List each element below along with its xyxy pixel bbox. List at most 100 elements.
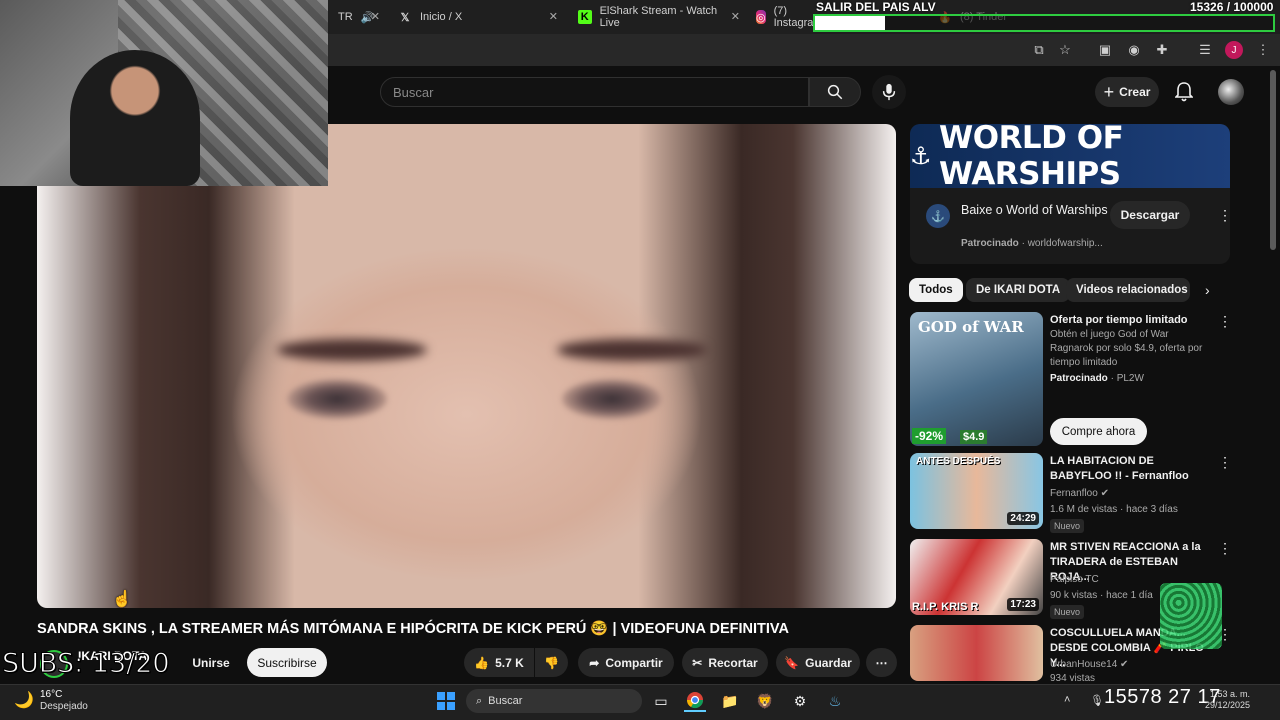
goal-counter: 15326 / 100000: [1190, 0, 1274, 14]
ad-title[interactable]: Baixe o World of Warships: [961, 202, 1111, 219]
ad-menu-icon[interactable]: ⋮: [1218, 207, 1232, 223]
sidebar-video-title[interactable]: LA HABITACION DE BABYFLOO !! - Fernanflo…: [1050, 454, 1215, 484]
chip-from-channel[interactable]: De IKARI DOTA: [966, 278, 1071, 302]
channel-label: UrbanHouse14: [1050, 659, 1118, 670]
sponsor-name: PL2W: [1116, 373, 1144, 384]
video-player[interactable]: [37, 124, 896, 608]
close-tab-icon[interactable]: ✕: [371, 10, 380, 23]
weather-temp[interactable]: 16°C: [40, 689, 62, 700]
create-button[interactable]: + Crear: [1095, 77, 1159, 107]
goal-progress-fill: [815, 16, 885, 30]
ad-meta: Patrocinado · worldofwarship...: [961, 238, 1103, 249]
sidebar-video-channel[interactable]: Palpiso TC: [1050, 574, 1099, 585]
chip-all[interactable]: Todos: [909, 278, 963, 302]
taskbar-search-label: Buscar: [488, 695, 523, 707]
windows-start-icon[interactable]: [435, 690, 457, 712]
sidebar-video-channel[interactable]: Fernanfloo ✔: [1050, 488, 1109, 499]
video-menu-icon[interactable]: ⋮: [1218, 454, 1232, 470]
subs-overlay: SUBS: 13/20: [2, 648, 171, 680]
ad-domain: worldofwarship...: [1027, 238, 1103, 249]
menu-kebab-icon[interactable]: ⋮: [1254, 41, 1272, 59]
dislike-button[interactable]: 👎: [535, 648, 568, 677]
share-icon: ➦: [589, 655, 600, 670]
notifications-button[interactable]: [1172, 80, 1196, 104]
chrome-icon[interactable]: [684, 690, 706, 712]
join-button[interactable]: Unirse: [192, 649, 229, 676]
taskbar-search[interactable]: ⌕ Buscar: [466, 689, 642, 713]
new-badge: Nuevo: [1050, 605, 1085, 619]
video-thumbnail[interactable]: R.I.P. KRIS R 17:23: [910, 539, 1043, 615]
mouse-cursor-icon: ☝: [112, 591, 132, 608]
sidebar-video-sponsor: Patrocinado · PL2W: [1050, 373, 1144, 384]
microphone-icon: [882, 83, 896, 101]
sponsored-label: Patrocinado: [1050, 373, 1108, 384]
tray-chevron-up-icon[interactable]: ˄: [1064, 694, 1070, 706]
ad-card[interactable]: ⚓ WORLD OF WARSHIPS ⚓ Baixe o World of W…: [910, 124, 1230, 264]
video-menu-icon[interactable]: ⋮: [1218, 540, 1232, 556]
app-icon[interactable]: ⚙: [789, 690, 811, 712]
search-icon: ⌕: [476, 694, 483, 707]
video-thumbnail[interactable]: [910, 625, 1043, 681]
like-count: 5.7 K: [495, 655, 524, 670]
scissors-icon: ✂: [692, 655, 703, 670]
ad-logo-icon: ⚓: [926, 204, 950, 228]
new-badge: Nuevo: [1050, 519, 1085, 533]
chip-related[interactable]: Videos relacionados: [1066, 278, 1190, 302]
voice-search-button[interactable]: [872, 75, 906, 109]
bookmark-star-icon[interactable]: ☆: [1056, 41, 1074, 59]
puzzle-icon[interactable]: ✚: [1153, 41, 1171, 59]
video-thumbnail[interactable]: ANTES DESPUÉS 24:29: [910, 453, 1043, 529]
share-button[interactable]: ➦ Compartir: [578, 648, 674, 677]
search-input[interactable]: Buscar: [380, 77, 809, 107]
ad-sponsored: Patrocinado: [961, 238, 1019, 249]
search-button[interactable]: [809, 77, 861, 107]
scrollbar-thumb[interactable]: [1270, 70, 1276, 250]
close-tab-icon[interactable]: ✕: [549, 10, 558, 23]
cast-icon[interactable]: ⧉: [1030, 41, 1048, 59]
more-actions-button[interactable]: ⋯: [866, 648, 897, 677]
tab-kick[interactable]: K ElShark Stream - Watch Live ✕: [568, 4, 746, 30]
chevron-right-icon[interactable]: ›: [1205, 282, 1210, 298]
profile-avatar-icon[interactable]: J: [1225, 41, 1243, 59]
tab-current[interactable]: TR 🔊 ✕: [328, 4, 388, 30]
file-explorer-icon[interactable]: 📁: [719, 690, 741, 712]
goal-text: SALIR DEL PAIS ALV: [816, 0, 936, 14]
steam-icon[interactable]: ♨: [824, 690, 846, 712]
account-avatar[interactable]: [1218, 79, 1244, 105]
video-menu-icon[interactable]: ⋮: [1218, 313, 1232, 329]
microphone-tray-icon[interactable]: 🎙: [1090, 694, 1104, 707]
taskbar-clock[interactable]: 1:53 a. m. 29/12/2025: [1205, 689, 1250, 711]
overlay-counters: 15578 27 17: [1104, 686, 1221, 708]
tab-x[interactable]: 𝕏 Inicio / X ✕: [388, 4, 564, 30]
screenshot-icon[interactable]: ▣: [1096, 41, 1114, 59]
save-label: Guardar: [805, 655, 852, 670]
download-button[interactable]: Descargar: [1110, 201, 1190, 229]
overlay-cup-graphic: [1160, 583, 1222, 649]
ad-banner[interactable]: ⚓ WORLD OF WARSHIPS: [910, 124, 1230, 192]
video-thumbnail[interactable]: GOD of WAR -92% $4.9: [910, 312, 1043, 446]
sidebar-video-title[interactable]: Oferta por tiempo limitado: [1050, 313, 1215, 328]
save-button[interactable]: 🔖 Guardar: [776, 648, 860, 677]
close-tab-icon[interactable]: ✕: [731, 10, 740, 23]
channel-label: Fernanfloo: [1050, 488, 1098, 499]
clip-button[interactable]: ✂ Recortar: [682, 648, 768, 677]
subscribe-button[interactable]: Suscribirse: [247, 648, 327, 677]
ad-banner-text: WORLD OF WARSHIPS: [939, 124, 1124, 192]
video-frame-detail: [562, 379, 662, 419]
video-title: SANDRA SKINS , LA STREAMER MÁS MITÓMANA …: [37, 621, 789, 637]
thumbnail-text: ANTES DESPUÉS: [916, 456, 1001, 467]
tab-label: Inicio / X: [420, 11, 463, 23]
chrome-logo-icon: [686, 692, 704, 709]
clip-label: Recortar: [708, 655, 758, 670]
task-view-icon[interactable]: ▭: [650, 690, 672, 712]
brave-icon[interactable]: 🦁: [754, 690, 776, 712]
sidebar-video-channel[interactable]: UrbanHouse14 ✔: [1050, 659, 1128, 670]
like-button[interactable]: 👍 5.7 K: [464, 648, 534, 677]
video-duration: 24:29: [1007, 512, 1039, 525]
buy-now-button[interactable]: Compre ahora: [1050, 418, 1147, 445]
bookmark-icon: 🔖: [784, 655, 800, 670]
video-frame-detail: [287, 379, 387, 419]
thumbnail-logo: GOD of WAR: [918, 318, 1024, 336]
reading-list-icon[interactable]: ☰: [1196, 41, 1214, 59]
extension-icon[interactable]: ◉: [1125, 41, 1143, 59]
